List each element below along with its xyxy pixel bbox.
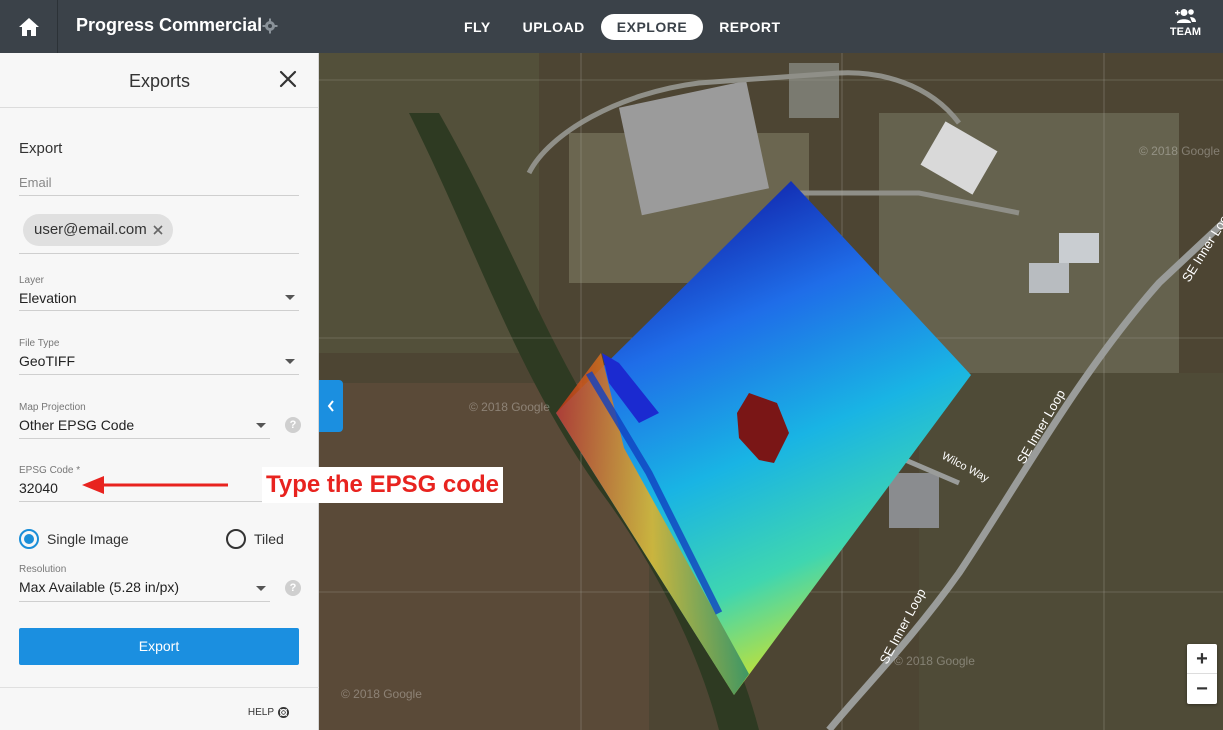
chevron-down-icon[interactable] bbox=[285, 295, 295, 300]
tiled-radio[interactable]: Tiled bbox=[226, 529, 284, 549]
resolution-label: Resolution bbox=[19, 564, 67, 575]
file-type-label: File Type bbox=[19, 338, 60, 349]
help-link[interactable]: HELP bbox=[248, 707, 289, 718]
map-projection-value: Other EPSG Code bbox=[19, 417, 135, 433]
top-navigation-bar: Progress Commercial FLY UPLOAD EXPLORE R… bbox=[0, 0, 1223, 53]
email-field[interactable]: Email bbox=[19, 175, 299, 196]
zoom-in-button[interactable]: + bbox=[1187, 644, 1217, 674]
tiled-label: Tiled bbox=[254, 531, 284, 547]
file-type-value: GeoTIFF bbox=[19, 353, 76, 369]
project-title: Progress Commercial bbox=[76, 15, 263, 35]
close-icon[interactable] bbox=[278, 69, 298, 89]
panel-footer: HELP bbox=[0, 687, 319, 730]
home-button[interactable] bbox=[0, 0, 58, 53]
export-section-title: Export bbox=[19, 140, 63, 157]
map-projection-select[interactable]: Map Projection Other EPSG Code bbox=[19, 402, 270, 439]
home-icon bbox=[18, 17, 39, 36]
email-chip-underline bbox=[19, 253, 299, 254]
google-watermark: © 2018 Google bbox=[894, 654, 975, 668]
chevron-down-icon[interactable] bbox=[285, 359, 295, 364]
radio-unchecked-icon bbox=[226, 529, 246, 549]
help-icon[interactable]: ? bbox=[285, 417, 301, 433]
email-placeholder: Email bbox=[19, 175, 52, 190]
remove-chip-icon[interactable] bbox=[151, 223, 165, 237]
building bbox=[1059, 233, 1099, 263]
radio-checked-icon bbox=[19, 529, 39, 549]
layer-select[interactable]: Layer Elevation bbox=[19, 275, 299, 311]
single-image-radio[interactable]: Single Image bbox=[19, 529, 129, 549]
file-type-select[interactable]: File Type GeoTIFF bbox=[19, 338, 299, 375]
team-button[interactable]: TEAM bbox=[1148, 8, 1223, 38]
panel-title: Exports bbox=[128, 71, 191, 91]
team-label: TEAM bbox=[1169, 26, 1202, 38]
chevron-left-icon bbox=[327, 400, 334, 412]
main-nav: FLY UPLOAD EXPLORE REPORT bbox=[448, 14, 797, 40]
google-watermark: © 2018 Google bbox=[1139, 144, 1220, 158]
annotation-arrow-icon bbox=[82, 476, 228, 494]
field-patch bbox=[919, 373, 1223, 730]
map-canvas: SE Inner Loop SE Inner Loop SE Inner Loo… bbox=[319, 53, 1223, 730]
exports-panel: Exports Export Email user@email.com Laye… bbox=[0, 53, 319, 730]
email-chip-label: user@email.com bbox=[34, 221, 147, 238]
email-chip[interactable]: user@email.com bbox=[23, 214, 173, 246]
annotation-callout: Type the EPSG code bbox=[262, 467, 503, 503]
tab-upload[interactable]: UPLOAD bbox=[507, 14, 601, 40]
export-button[interactable]: Export bbox=[19, 628, 299, 665]
chevron-down-icon[interactable] bbox=[256, 586, 266, 591]
single-image-label: Single Image bbox=[47, 531, 129, 547]
lifebuoy-icon bbox=[278, 707, 289, 718]
layer-label: Layer bbox=[19, 275, 45, 286]
google-watermark: © 2018 Google bbox=[341, 687, 422, 701]
tab-report[interactable]: REPORT bbox=[703, 14, 796, 40]
tab-explore[interactable]: EXPLORE bbox=[600, 14, 704, 40]
panel-header: Exports bbox=[0, 53, 318, 108]
resolution-value: Max Available (5.28 in/px) bbox=[19, 579, 180, 595]
zoom-controls: + − bbox=[1187, 644, 1217, 704]
map-projection-label: Map Projection bbox=[19, 402, 86, 413]
help-icon[interactable]: ? bbox=[285, 580, 301, 596]
google-watermark: © 2018 Google bbox=[469, 400, 550, 414]
output-mode-group: Single Image Tiled bbox=[19, 529, 289, 551]
chevron-down-icon[interactable] bbox=[256, 423, 266, 428]
zoom-out-button[interactable]: − bbox=[1187, 674, 1217, 704]
satellite-map[interactable]: SE Inner Loop SE Inner Loop SE Inner Loo… bbox=[319, 53, 1223, 730]
building bbox=[889, 473, 939, 528]
help-label: HELP bbox=[247, 707, 274, 718]
tab-fly[interactable]: FLY bbox=[448, 14, 507, 40]
collapse-panel-button[interactable] bbox=[319, 380, 343, 432]
layer-value: Elevation bbox=[19, 290, 77, 306]
gear-icon[interactable] bbox=[262, 18, 278, 34]
resolution-select[interactable]: Resolution Max Available (5.28 in/px) bbox=[19, 564, 270, 602]
building bbox=[1029, 263, 1069, 293]
team-icon bbox=[1174, 9, 1196, 23]
